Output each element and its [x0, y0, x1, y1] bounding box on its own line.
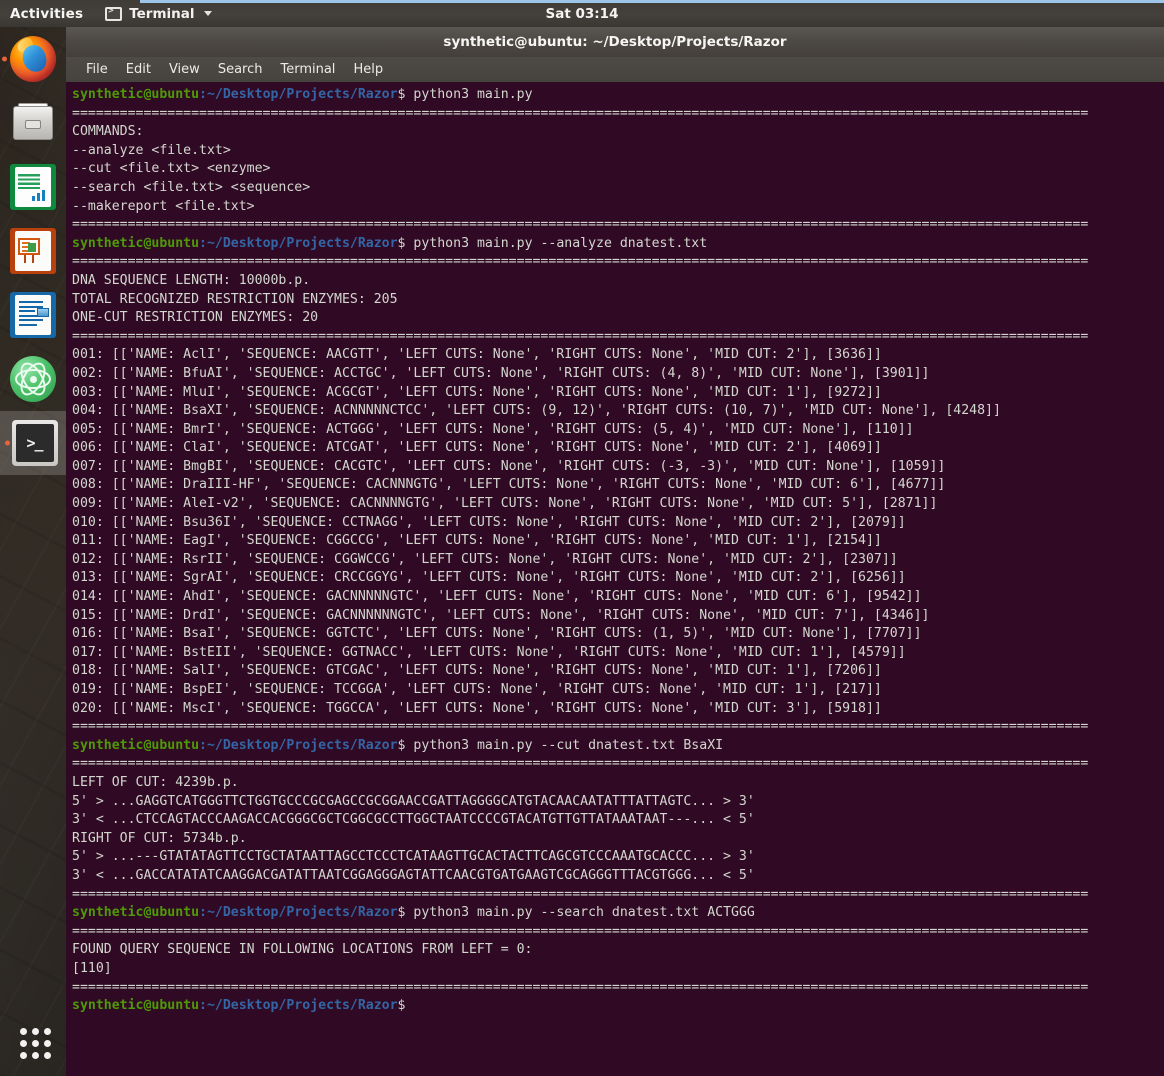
files-icon: [10, 100, 56, 146]
analyze-summary-line: DNA SEQUENCE LENGTH: 10000b.p.: [72, 272, 311, 288]
prompt-line: synthetic@ubuntu:~/Desktop/Projects/Razo…: [72, 235, 708, 251]
dock-item-libreoffice-calc[interactable]: [0, 155, 66, 219]
enzyme-row: 010: [['NAME: Bsu36I', 'SEQUENCE: CCTNAG…: [72, 514, 906, 530]
menu-edit[interactable]: Edit: [118, 60, 159, 79]
cut-right-strand-5: 5' > ...---GTATATAGTTCCTGCTATAATTAGCCTCC…: [72, 849, 755, 865]
dock-item-libreoffice-writer[interactable]: [0, 283, 66, 347]
dock: >_: [0, 27, 66, 1076]
activities-button[interactable]: Activities: [0, 6, 97, 22]
menu-file[interactable]: File: [78, 60, 116, 79]
separator-line: ========================================…: [72, 886, 1089, 902]
libreoffice-impress-icon: [10, 228, 56, 274]
dock-item-terminal[interactable]: >_: [0, 411, 66, 475]
dock-item-files[interactable]: [0, 91, 66, 155]
top-accent-line: [140, 0, 1164, 3]
enzyme-row: 014: [['NAME: AhdI', 'SEQUENCE: GACNNNNN…: [72, 589, 922, 605]
menu-view[interactable]: View: [161, 60, 208, 79]
help-line: --search <file.txt> <sequence>: [72, 179, 311, 195]
firefox-icon: [10, 36, 56, 82]
chevron-down-icon: [203, 11, 212, 16]
enzyme-row: 006: [['NAME: ClaI', 'SEQUENCE: ATCGAT',…: [72, 440, 882, 456]
enzyme-row: 003: [['NAME: MluI', 'SEQUENCE: ACGCGT',…: [72, 384, 882, 400]
enzyme-row: 008: [['NAME: DraIII-HF', 'SEQUENCE: CAC…: [72, 477, 946, 493]
menu-help[interactable]: Help: [345, 60, 391, 79]
terminal-app-icon: >_: [11, 420, 58, 466]
menu-terminal[interactable]: Terminal: [272, 60, 343, 79]
dock-item-libreoffice-impress[interactable]: [0, 219, 66, 283]
terminal-window: synthetic@ubuntu: ~/Desktop/Projects/Raz…: [66, 27, 1164, 1076]
app-menu-label: Terminal: [129, 5, 195, 22]
help-line: --cut <file.txt> <enzyme>: [72, 161, 271, 177]
active-prompt-line[interactable]: synthetic@ubuntu:~/Desktop/Projects/Razo…: [72, 997, 1164, 1016]
separator-line: ========================================…: [72, 254, 1089, 270]
help-line: --analyze <file.txt>: [72, 142, 231, 158]
enzyme-row: 005: [['NAME: BmrI', 'SEQUENCE: ACTGGG',…: [72, 421, 914, 437]
libreoffice-calc-icon: [10, 164, 56, 210]
dock-item-firefox[interactable]: [0, 27, 66, 91]
show-applications-button[interactable]: [0, 1006, 66, 1076]
app-menu-terminal[interactable]: Terminal: [97, 6, 219, 22]
enzyme-row: 015: [['NAME: DrdI', 'SEQUENCE: GACNNNNN…: [72, 607, 930, 623]
grid-icon: [20, 1028, 51, 1059]
separator-line: ========================================…: [72, 217, 1089, 233]
cut-right-strand-3: 3' < ...GACCATATATCAAGGACGATATTAATCGGAGG…: [72, 867, 755, 883]
enzyme-row: 020: [['NAME: MscI', 'SEQUENCE: TGGCCA',…: [72, 700, 882, 716]
enzyme-row: 009: [['NAME: AleI-v2', 'SEQUENCE: CACNN…: [72, 496, 938, 512]
window-title: synthetic@ubuntu: ~/Desktop/Projects/Raz…: [443, 34, 787, 50]
enzyme-row: 016: [['NAME: BsaI', 'SEQUENCE: GGTCTC',…: [72, 626, 922, 642]
enzyme-row: 004: [['NAME: BsaXI', 'SEQUENCE: ACNNNNN…: [72, 403, 1001, 419]
menu-search[interactable]: Search: [210, 60, 271, 79]
enzyme-row: 017: [['NAME: BstEII', 'SEQUENCE: GGTNAC…: [72, 644, 906, 660]
separator-line: ========================================…: [72, 105, 1089, 121]
separator-line: ========================================…: [72, 719, 1089, 735]
cut-left-strand-3: 3' < ...CTCCAGTACCCAAGACCACGGGCGCTCGGCGC…: [72, 812, 755, 828]
separator-line: ========================================…: [72, 923, 1089, 939]
separator-line: ========================================…: [72, 979, 1089, 995]
prompt-line: synthetic@ubuntu:~/Desktop/Projects/Razo…: [72, 737, 724, 753]
separator-line: ========================================…: [72, 328, 1089, 344]
enzyme-row: 012: [['NAME: RsrII', 'SEQUENCE: CGGWCCG…: [72, 551, 898, 567]
cut-left-strand-5: 5' > ...GAGGTCATGGGTTCTGGTGCCCGCGAGCCGCG…: [72, 793, 755, 809]
menu-bar: File Edit View Search Terminal Help: [66, 57, 1164, 82]
enzyme-row: 011: [['NAME: EagI', 'SEQUENCE: CGGCCG',…: [72, 533, 882, 549]
enzyme-row: 002: [['NAME: BfuAI', 'SEQUENCE: ACCTGC'…: [72, 365, 930, 381]
cut-right-label: RIGHT OF CUT: 5734b.p.: [72, 830, 247, 846]
analyze-summary-line: ONE-CUT RESTRICTION ENZYMES: 20: [72, 310, 319, 326]
libreoffice-writer-icon: [10, 292, 56, 338]
terminal-icon: [105, 6, 123, 21]
separator-line: ========================================…: [72, 756, 1089, 772]
top-panel: Activities Terminal Sat 03:14: [0, 0, 1164, 27]
enzyme-row: 007: [['NAME: BmgBI', 'SEQUENCE: CACGTC'…: [72, 458, 946, 474]
cut-left-label: LEFT OF CUT: 4239b.p.: [72, 774, 239, 790]
help-line: COMMANDS:: [72, 124, 144, 140]
atom-icon: [10, 356, 56, 402]
prompt-line: synthetic@ubuntu:~/Desktop/Projects/Razo…: [72, 905, 755, 921]
terminal-text: synthetic@ubuntu:~/Desktop/Projects/Razo…: [72, 86, 1164, 1016]
dock-item-atom[interactable]: [0, 347, 66, 411]
window-titlebar[interactable]: synthetic@ubuntu: ~/Desktop/Projects/Raz…: [66, 27, 1164, 57]
enzyme-row: 019: [['NAME: BspEI', 'SEQUENCE: TCCGGA'…: [72, 682, 882, 697]
prompt-line: synthetic@ubuntu:~/Desktop/Projects/Razo…: [72, 87, 533, 102]
enzyme-row: 013: [['NAME: SgrAI', 'SEQUENCE: CRCCGGY…: [72, 570, 906, 586]
terminal-output-area[interactable]: synthetic@ubuntu:~/Desktop/Projects/Razo…: [66, 82, 1164, 1076]
enzyme-row: 001: [['NAME: AclI', 'SEQUENCE: AACGTT',…: [72, 347, 882, 363]
enzyme-row: 018: [['NAME: SalI', 'SEQUENCE: GTCGAC',…: [72, 663, 882, 679]
search-locations: [110]: [72, 960, 112, 976]
analyze-summary-line: TOTAL RECOGNIZED RESTRICTION ENZYMES: 20…: [72, 291, 398, 307]
search-header: FOUND QUERY SEQUENCE IN FOLLOWING LOCATI…: [72, 942, 533, 958]
help-line: --makereport <file.txt>: [72, 198, 255, 214]
